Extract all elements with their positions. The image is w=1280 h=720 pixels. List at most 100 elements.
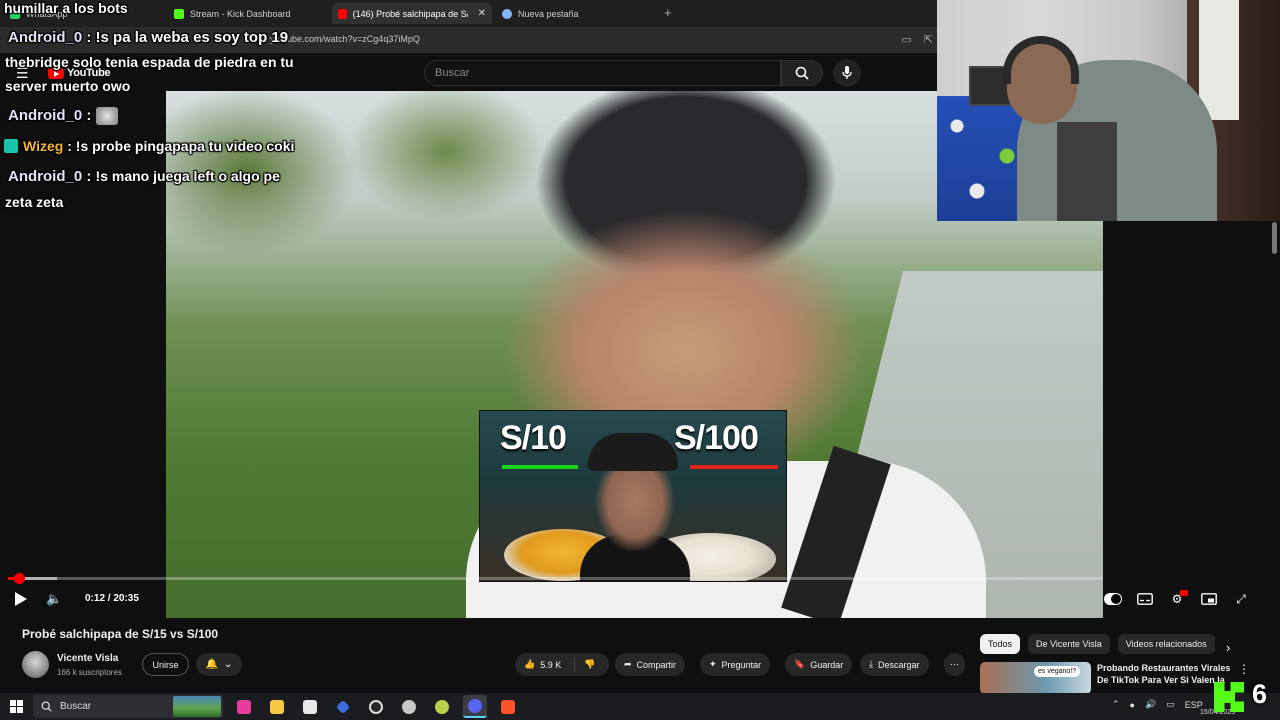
channel-name[interactable]: Vicente Visla [57,653,118,664]
chip-related[interactable]: Videos relacionados [1117,634,1215,654]
tab-new[interactable]: Nueva pestaña [496,3,656,24]
share-action: ➦ Compartir [615,653,686,676]
folder-icon [270,699,284,714]
chat-text: !s mano juega left o algo pe [95,168,280,184]
notifications-button[interactable]: 🔔 ⌄ [196,653,242,676]
cast-icon[interactable]: ▭ [901,33,911,46]
windows-start-icon[interactable] [10,700,23,713]
recommended-title[interactable]: Probando Restaurantes Virales De TikTok … [1097,662,1232,686]
ask-action: ✦ Preguntar [700,653,771,676]
chat-message: Android_0 : !s pa la weba es soy top 19 [8,29,289,46]
save-button[interactable]: 🔖 Guardar [785,653,853,676]
new-tab-button[interactable]: + [664,5,672,20]
filter-chips: Todos De Vicente Visla Videos relacionad… [980,634,1215,654]
subtitles-icon[interactable] [1136,590,1154,608]
chip-from-channel[interactable]: De Vicente Visla [1028,634,1110,654]
search-icon [41,701,52,712]
settings-icon[interactable]: ⚙ [1168,590,1188,608]
download-label: Descargar [877,659,920,670]
app-icon [303,699,317,714]
youtube-icon [338,8,347,19]
ask-button[interactable]: ✦ Preguntar [700,653,771,676]
recommended-thumbnail[interactable]: es vegano!? [980,662,1091,694]
more-actions-button[interactable]: ⋯ [944,653,965,676]
chat-text: !s probe pingapapa tu video coki [75,138,295,154]
bookmark-icon: 🔖 [794,659,806,669]
share-icon[interactable]: ⇱ [924,33,933,46]
taskbar-search[interactable]: Buscar [33,695,223,718]
tab-youtube[interactable]: (146) Probé salchipapa de S/15 v ✕ [332,3,492,24]
taskbar-app-6[interactable] [397,695,421,718]
video-frame-trees [166,91,586,391]
chevron-right-icon[interactable]: › [1226,640,1230,655]
thumbs-up-icon: 👍 [524,659,536,669]
chat-message: server muerto owo [5,78,130,94]
url-field[interactable]: youtube.com/watch?v=zCg4q37iMpQ [270,34,420,44]
download-icon: ⤓ [869,659,873,669]
thumbs-down-icon: 👎 [584,659,596,669]
network-icon[interactable]: ▭ [1166,699,1175,710]
chat-text: zeta zeta [5,194,64,210]
autoplay-toggle[interactable] [1104,590,1122,608]
channel-avatar[interactable] [22,651,49,678]
app-icon [435,699,449,714]
chevron-down-icon: ⌄ [224,659,233,670]
share-button[interactable]: ➦ Compartir [615,653,686,676]
taskbar-app-4[interactable] [331,695,355,718]
download-button[interactable]: ⤓ Descargar [860,653,929,676]
app-icon [237,699,251,714]
chat-text: humillar a los bots [4,0,128,16]
headset-icon [1003,36,1079,84]
microphone-icon[interactable]: ● [1130,700,1135,710]
chip-all[interactable]: Todos [980,634,1021,654]
taskbar-app-3[interactable] [298,695,322,718]
volume-icon[interactable]: 🔈 [46,591,62,607]
chat-message: Wizeg : !s probe pingapapa tu video coki [4,138,294,154]
progress-bar[interactable] [8,573,1103,584]
speaker-icon[interactable]: 🔊 [1145,699,1156,710]
search-placeholder: Buscar [435,67,470,79]
search-input[interactable]: Buscar [424,60,781,86]
windows-taskbar: Buscar ⌃ ● 🔊 ▭ ESP [0,693,1280,720]
miniplayer-icon[interactable] [1200,590,1218,608]
tab-label: Nueva pestaña [518,8,579,19]
chat-message: Android_0 : !s mano juega left o algo pe [8,168,280,185]
search-button[interactable] [781,60,823,86]
close-tab-icon[interactable]: ✕ [478,8,486,19]
tab-label: Stream - Kick Dashboard [190,8,291,19]
bell-icon: 🔔 [205,659,219,670]
price-left: S/10 [500,419,567,457]
share-label: Compartir [636,659,677,670]
thumbnail-speech-bubble: es vegano!? [1034,666,1081,677]
taskbar-app-7[interactable] [430,695,454,718]
fullscreen-icon[interactable]: ⤢ [1232,590,1250,608]
play-button[interactable] [14,591,28,607]
tab-kick-dashboard[interactable]: Stream - Kick Dashboard [168,3,328,24]
chevron-up-icon[interactable]: ⌃ [1112,699,1120,710]
chat-username: Android_0 [8,107,83,124]
more-vertical-icon[interactable]: ⋮ [1238,662,1250,676]
taskbar-app-1[interactable] [232,695,256,718]
chat-text: !s pa la weba es soy top 19 [95,29,289,46]
like-button[interactable]: 👍 5.9 K [515,657,575,672]
voice-search-button[interactable] [833,59,861,87]
join-button[interactable]: Unirse [142,653,189,676]
microphone-icon [842,66,852,79]
subscriber-badge-icon [4,139,18,153]
webcam-towel [1199,0,1239,120]
taskbar-brave[interactable] [496,695,520,718]
language-indicator[interactable]: ESP [1185,700,1203,710]
taskbar-file-explorer[interactable] [265,695,289,718]
like-dislike-group: 👍 5.9 K 👎 [515,653,609,676]
search-icon [795,66,809,80]
chat-text: server muerto owo [5,78,131,94]
taskbar-obs[interactable] [364,695,388,718]
chat-username: Android_0 [8,168,83,185]
taskbar-search-label: Buscar [60,701,92,712]
thumbnail-cap [588,433,678,471]
taskbar-discord[interactable] [463,695,487,718]
dislike-button[interactable]: 👎 [575,659,595,670]
search-highlight-image [173,696,221,717]
progress-scrubber[interactable] [13,573,25,584]
page-scrollbar[interactable] [1272,222,1277,254]
